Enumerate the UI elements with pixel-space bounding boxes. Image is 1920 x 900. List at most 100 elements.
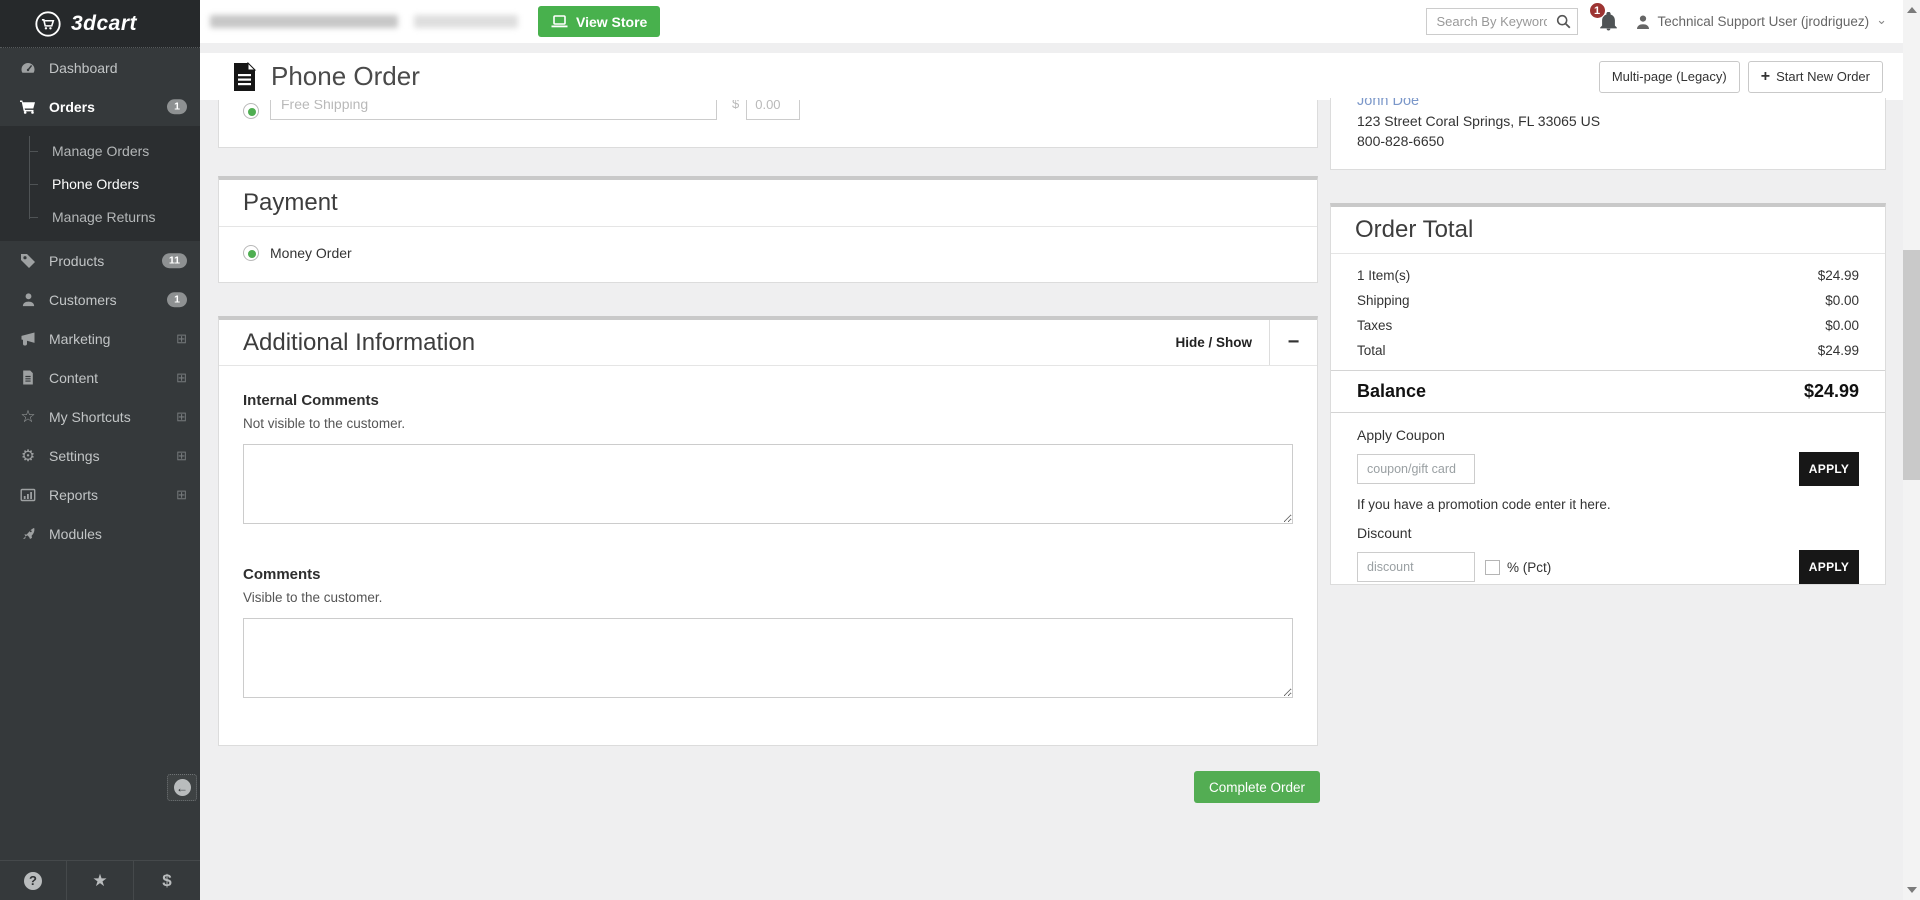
- payment-header: Payment: [219, 180, 1317, 227]
- comments-help: Visible to the customer.: [243, 590, 1293, 605]
- sidebar-item-orders[interactable]: Orders 1: [0, 87, 200, 126]
- percent-label: % (Pct): [1507, 560, 1551, 575]
- search-icon[interactable]: [1556, 14, 1571, 34]
- sidebar-collapse-button[interactable]: ←: [167, 774, 197, 801]
- internal-comments-help: Not visible to the customer.: [243, 416, 1293, 431]
- additional-information-card: Additional Information Hide / Show − Int…: [218, 316, 1318, 746]
- dollar-icon: $: [162, 871, 171, 891]
- billing-button[interactable]: $: [134, 861, 200, 900]
- order-total-row-total: Total $24.99: [1357, 338, 1859, 363]
- page-title: Phone Order: [271, 61, 420, 92]
- payment-title: Payment: [219, 180, 362, 226]
- customer-phone: 800-828-6650: [1357, 133, 1859, 149]
- sidebar-item-label: My Shortcuts: [49, 409, 131, 425]
- order-total-row-taxes: Taxes $0.00: [1357, 313, 1859, 338]
- sidebar-item-my-shortcuts[interactable]: ☆ My Shortcuts ⊞: [0, 397, 200, 436]
- chevron-down-icon: ⌄: [1876, 12, 1887, 28]
- sidebar-item-label: Customers: [49, 292, 117, 308]
- apply-discount-button[interactable]: APPLY: [1799, 550, 1859, 584]
- sidebar-item-label: Dashboard: [49, 60, 118, 76]
- apply-coupon-button[interactable]: APPLY: [1799, 452, 1859, 486]
- customer-name-link[interactable]: John Doe: [1357, 98, 1859, 109]
- shipping-amount-input[interactable]: [746, 100, 800, 120]
- sidebar-item-marketing[interactable]: Marketing ⊞: [0, 319, 200, 358]
- money-order-radio[interactable]: [243, 245, 259, 261]
- user-name: Technical Support User (jrodriguez): [1658, 14, 1870, 29]
- percent-checkbox[interactable]: [1485, 560, 1500, 575]
- internal-comments-textarea[interactable]: [243, 444, 1293, 524]
- expand-plus-icon[interactable]: ⊞: [176, 448, 187, 464]
- shipping-method-input[interactable]: [270, 100, 717, 120]
- sidebar-item-settings[interactable]: ⚙ Settings ⊞: [0, 436, 200, 475]
- vertical-scrollbar[interactable]: [1903, 0, 1920, 900]
- additional-information-body: Internal Comments Not visible to the cus…: [219, 366, 1317, 724]
- submenu-label: Manage Returns: [52, 209, 156, 225]
- row-value: $0.00: [1825, 288, 1859, 313]
- submenu-label: Phone Orders: [52, 176, 139, 192]
- plus-icon: +: [1761, 69, 1770, 85]
- sidebar-item-label: Modules: [49, 526, 102, 542]
- customer-card: John Doe 123 Street Coral Springs, FL 33…: [1330, 98, 1886, 170]
- discount-input[interactable]: [1357, 552, 1475, 582]
- expand-plus-icon[interactable]: ⊞: [176, 409, 187, 425]
- dashboard-icon: [18, 60, 38, 76]
- promotion-code-hint: If you have a promotion code enter it he…: [1357, 497, 1859, 512]
- user-menu[interactable]: Technical Support User (jrodriguez) ⌄: [1635, 14, 1888, 30]
- expand-plus-icon[interactable]: ⊞: [176, 331, 187, 347]
- notifications-button[interactable]: 1: [1599, 12, 1618, 31]
- view-store-button[interactable]: View Store: [538, 6, 660, 37]
- topbar-right: 1 Technical Support User (jrodriguez) ⌄: [1426, 8, 1904, 35]
- money-order-label: Money Order: [270, 245, 352, 261]
- row-label: Total: [1357, 338, 1386, 363]
- customer-address: 123 Street Coral Springs, FL 33065 US: [1357, 113, 1859, 129]
- row-label: Shipping: [1357, 288, 1410, 313]
- start-new-order-button[interactable]: + Start New Order: [1748, 61, 1883, 93]
- help-button[interactable]: ?: [0, 861, 67, 900]
- sidebar-item-products[interactable]: Products 11: [0, 241, 200, 280]
- order-total-rows: 1 Item(s) $24.99 Shipping $0.00 Taxes $0…: [1331, 254, 1885, 370]
- favorites-button[interactable]: ★: [67, 861, 134, 900]
- submenu-item-manage-returns[interactable]: Manage Returns: [0, 200, 200, 233]
- expand-plus-icon[interactable]: ⊞: [176, 370, 187, 386]
- laptop-icon: [551, 15, 568, 29]
- search: [1426, 8, 1578, 35]
- sidebar-item-modules[interactable]: Modules: [0, 514, 200, 553]
- sidebar-item-dashboard[interactable]: Dashboard: [0, 48, 200, 87]
- order-total-row-items: 1 Item(s) $24.99: [1357, 263, 1859, 288]
- cart-icon: [18, 99, 38, 115]
- shipping-method-card: $: [218, 100, 1318, 148]
- gear-icon: ⚙: [18, 446, 38, 466]
- coupon-input[interactable]: [1357, 454, 1475, 484]
- expand-plus-icon[interactable]: ⊞: [176, 487, 187, 503]
- sidebar-item-reports[interactable]: Reports ⊞: [0, 475, 200, 514]
- help-icon: ?: [24, 872, 42, 890]
- sidebar-item-content[interactable]: Content ⊞: [0, 358, 200, 397]
- sidebar-item-label: Reports: [49, 487, 98, 503]
- multi-page-legacy-button[interactable]: Multi-page (Legacy): [1599, 61, 1740, 93]
- balance-row: Balance $24.99: [1331, 370, 1885, 413]
- tag-icon: [18, 253, 38, 269]
- scroll-down-arrow-icon[interactable]: [1907, 887, 1917, 893]
- cart-logo-icon: [34, 10, 62, 38]
- star-icon: ★: [92, 871, 107, 891]
- collapse-section-button[interactable]: −: [1269, 320, 1317, 365]
- screen: 3dcart Dashboard Orders 1 Manage Orders …: [0, 0, 1920, 900]
- additional-information-title: Additional Information: [219, 320, 499, 366]
- sidebar-item-label: Orders: [49, 99, 95, 115]
- topbar: View Store 1 Technical Support User (jro…: [200, 0, 1903, 43]
- orders-count-badge: 1: [167, 99, 187, 115]
- scrollbar-thumb[interactable]: [1903, 250, 1920, 480]
- document-icon: [232, 62, 257, 92]
- hide-show-toggle[interactable]: Hide / Show: [1175, 335, 1269, 350]
- payment-body: Money Order: [219, 227, 1317, 279]
- star-outline-icon: ☆: [18, 407, 38, 427]
- free-shipping-radio[interactable]: [243, 103, 259, 119]
- brand-logo[interactable]: 3dcart: [0, 0, 200, 48]
- comments-textarea[interactable]: [243, 618, 1293, 698]
- submenu-item-manage-orders[interactable]: Manage Orders: [0, 134, 200, 167]
- row-value: $24.99: [1818, 338, 1859, 363]
- scroll-up-arrow-icon[interactable]: [1907, 7, 1917, 13]
- submenu-item-phone-orders[interactable]: Phone Orders: [0, 167, 200, 200]
- sidebar-item-customers[interactable]: Customers 1: [0, 280, 200, 319]
- complete-order-button[interactable]: Complete Order: [1194, 771, 1320, 803]
